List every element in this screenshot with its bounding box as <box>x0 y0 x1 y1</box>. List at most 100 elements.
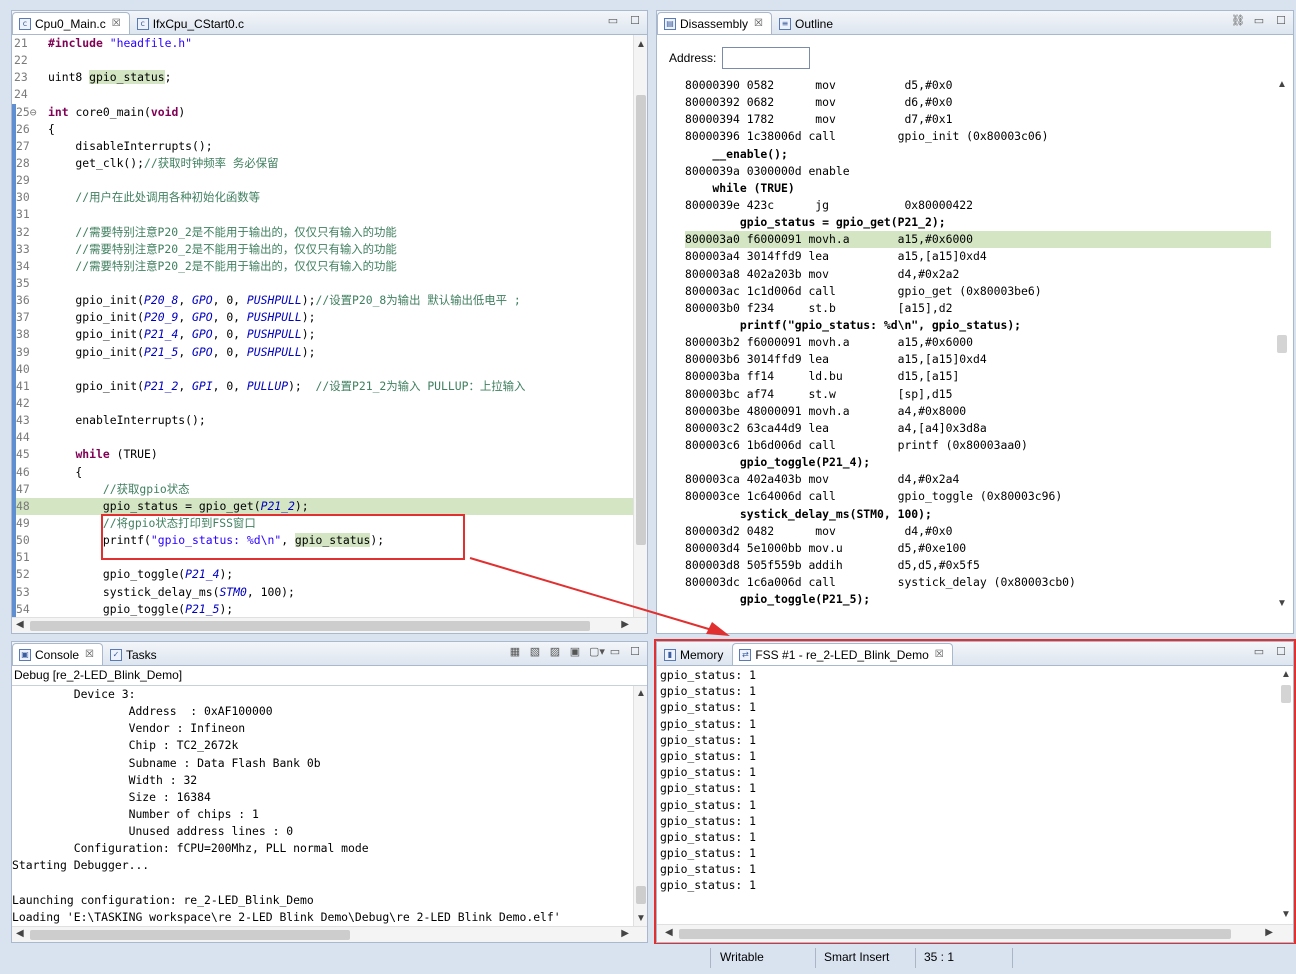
disassembly-line[interactable]: 800003ce 1c64006d call gpio_toggle (0x80… <box>685 488 1271 505</box>
code-line[interactable]: 39 gpio_init(P21_5, GPO, 0, PUSHPULL); <box>12 343 633 361</box>
disassembly-line[interactable]: 800003ac 1c1d006d call gpio_get (0x80003… <box>685 283 1271 300</box>
minimize-icon[interactable]: ▭ <box>607 15 619 27</box>
scroll-right-icon[interactable]: ▶ <box>621 619 629 630</box>
clear-console-icon[interactable]: ▦ <box>509 646 521 658</box>
scroll-thumb[interactable] <box>30 621 590 631</box>
disassembly-line[interactable]: 800003dc 1c6a006d call systick_delay (0x… <box>685 574 1271 591</box>
pin-console-icon[interactable]: ▨ <box>549 646 561 658</box>
minimize-icon[interactable]: ▭ <box>1253 15 1265 27</box>
display-console-icon[interactable]: ▣ <box>569 646 581 658</box>
close-icon[interactable]: ☒ <box>754 18 763 29</box>
disassembly-line[interactable]: 800003be 48000091 movh.a a4,#0x8000 <box>685 403 1271 420</box>
disassembly-line[interactable]: 800003d8 505f559b addih d5,d5,#0x5f5 <box>685 557 1271 574</box>
code-line[interactable]: 41 gpio_init(P21_2, GPI, 0, PULLUP); //设… <box>12 377 633 395</box>
link-icon[interactable]: ⛓ <box>1231 15 1245 27</box>
code-line[interactable]: 31 <box>12 206 633 224</box>
console-output[interactable]: Device 3: Address : 0xAF100000 Vendor : … <box>12 686 633 926</box>
source-line[interactable]: printf("gpio_status: %d\n", gpio_status)… <box>685 317 1271 334</box>
code-line[interactable]: 37 gpio_init(P20_9, GPO, 0, PUSHPULL); <box>12 309 633 327</box>
code-line[interactable]: 47 //获取gpio状态 <box>12 480 633 498</box>
disassembly-line[interactable]: 800003c6 1b6d006d call printf (0x80003aa… <box>685 437 1271 454</box>
source-line[interactable]: systick_delay_ms(STM0, 100); <box>685 506 1271 523</box>
scroll-left-icon[interactable]: ◀ <box>16 619 24 630</box>
disassembly-line[interactable]: 800003d2 0482 mov d4,#0x0 <box>685 523 1271 540</box>
scroll-thumb[interactable] <box>636 95 646 545</box>
disassembly-vertical-scrollbar[interactable]: ▲ ▼ <box>1275 77 1289 611</box>
maximize-icon[interactable]: ☐ <box>1275 15 1287 27</box>
disassembly-line[interactable]: 80000394 1782 mov d7,#0x1 <box>685 111 1271 128</box>
code-line[interactable]: 54 gpio_toggle(P21_5); <box>12 600 633 617</box>
code-line[interactable]: 32 //需要特别注意P20_2是不能用于输出的，仅仅只有输入的功能 <box>12 223 633 241</box>
scroll-down-icon[interactable]: ▼ <box>636 913 646 924</box>
disassembly-line[interactable]: 800003d4 5e1000bb mov.u d5,#0xe100 <box>685 540 1271 557</box>
code-line[interactable]: 21 #include "headfile.h" <box>12 35 633 52</box>
console-vertical-scrollbar[interactable]: ▲ ▼ <box>633 686 647 926</box>
code-line[interactable]: 44 <box>12 429 633 447</box>
close-icon[interactable]: ☒ <box>85 649 94 660</box>
scroll-thumb[interactable] <box>636 886 646 904</box>
scroll-lock-icon[interactable]: ▧ <box>529 646 541 658</box>
editor-vertical-scrollbar[interactable]: ▲ <box>633 35 647 617</box>
scroll-left-icon[interactable]: ◀ <box>16 928 24 939</box>
scroll-right-icon[interactable]: ▶ <box>621 928 629 939</box>
disassembly-line[interactable]: 8000039a 0300000d enable <box>685 163 1271 180</box>
disassembly-line[interactable]: 800003b0 f234 st.b [a15],d2 <box>685 300 1271 317</box>
maximize-icon[interactable]: ☐ <box>629 646 641 658</box>
scroll-up-icon[interactable]: ▲ <box>636 688 646 699</box>
editor-horizontal-scrollbar[interactable]: ◀ ▶ <box>12 617 647 633</box>
code-line[interactable]: 46 { <box>12 463 633 481</box>
tab-console[interactable]: ▣ Console ☒ <box>12 643 103 665</box>
code-line[interactable]: 30 //用户在此处调用各种初始化函数等 <box>12 189 633 207</box>
code-line[interactable]: 26{ <box>12 120 633 138</box>
disassembly-listing[interactable]: 80000390 0582 mov d5,#0x0 80000392 0682 m… <box>685 77 1271 611</box>
source-line[interactable]: gpio_toggle(P21_4); <box>685 454 1271 471</box>
disassembly-line[interactable]: 800003a0 f6000091 movh.a a15,#0x6000 <box>685 231 1271 249</box>
tab-cpu0-main[interactable]: c Cpu0_Main.c ☒ <box>12 12 130 34</box>
code-line[interactable]: 25⊖ int core0_main(void) <box>12 103 633 121</box>
code-line[interactable]: 45 while (TRUE) <box>12 446 633 464</box>
code-line[interactable]: 42 <box>12 394 633 413</box>
source-line[interactable]: gpio_toggle(P21_5); <box>685 591 1271 608</box>
disassembly-line[interactable]: 800003b6 3014ffd9 lea a15,[a15]0xd4 <box>685 351 1271 368</box>
disassembly-line[interactable]: 800003c2 63ca44d9 lea a4,[a4]0x3d8a <box>685 420 1271 437</box>
code-line[interactable]: 22 <box>12 52 633 69</box>
code-line[interactable]: 33 //需要特别注意P20_2是不能用于输出的，仅仅只有输入的功能 <box>12 240 633 258</box>
source-line[interactable]: __enable(); <box>685 146 1271 163</box>
code-line[interactable]: 53 systick_delay_ms(STM0, 100); <box>12 583 633 601</box>
code-line[interactable]: 24 <box>12 86 633 103</box>
scroll-up-icon[interactable]: ▲ <box>636 39 646 50</box>
scroll-thumb[interactable] <box>1277 335 1287 353</box>
address-input[interactable] <box>722 47 811 69</box>
scroll-thumb[interactable] <box>30 930 350 940</box>
disassembly-line[interactable]: 8000039e 423c jg 0x80000422 <box>685 197 1271 214</box>
source-line[interactable]: while (TRUE) <box>685 180 1271 197</box>
disassembly-line[interactable]: 800003b2 f6000091 movh.a a15,#0x6000 <box>685 334 1271 351</box>
disassembly-line[interactable]: 800003bc af74 st.w [sp],d15 <box>685 386 1271 403</box>
tab-outline[interactable]: ≡ Outline <box>772 12 842 34</box>
scroll-down-icon[interactable]: ▼ <box>1277 598 1287 609</box>
code-line[interactable]: 29 <box>12 172 633 190</box>
open-console-icon[interactable]: ▢▾ <box>589 646 605 658</box>
close-icon[interactable]: ☒ <box>112 18 121 29</box>
disassembly-line[interactable]: 800003a4 3014ffd9 lea a15,[a15]0xd4 <box>685 248 1271 265</box>
disassembly-line[interactable]: 80000396 1c38006d call gpio_init (0x8000… <box>685 128 1271 145</box>
code-line[interactable]: 40 <box>12 360 633 378</box>
code-line[interactable]: 52 gpio_toggle(P21_4); <box>12 566 633 584</box>
disassembly-line[interactable]: 80000392 0682 mov d6,#0x0 <box>685 94 1271 111</box>
disassembly-line[interactable]: 800003ca 402a403b mov d4,#0x2a4 <box>685 471 1271 488</box>
tab-disassembly[interactable]: ▤ Disassembly ☒ <box>657 12 772 34</box>
code-line[interactable]: 28 get_clk();//获取时钟频率 务必保留 <box>12 154 633 173</box>
code-line[interactable]: 36 gpio_init(P20_8, GPO, 0, PUSHPULL);//… <box>12 292 633 310</box>
console-horizontal-scrollbar[interactable]: ◀ ▶ <box>12 926 647 942</box>
code-line[interactable]: 35 <box>12 274 633 293</box>
scroll-up-icon[interactable]: ▲ <box>1277 79 1287 90</box>
source-line[interactable]: gpio_status = gpio_get(P21_2); <box>685 214 1271 231</box>
code-line[interactable]: 38 gpio_init(P21_4, GPO, 0, PUSHPULL); <box>12 326 633 344</box>
code-line[interactable]: 23 uint8 gpio_status; <box>12 69 633 86</box>
tab-ifxcpu-cstart0[interactable]: c IfxCpu_CStart0.c <box>130 12 253 34</box>
disassembly-line[interactable]: 80000390 0582 mov d5,#0x0 <box>685 77 1271 94</box>
code-line[interactable]: 43 enableInterrupts(); <box>12 412 633 430</box>
code-line[interactable]: 27 disableInterrupts(); <box>12 137 633 155</box>
minimize-icon[interactable]: ▭ <box>609 646 621 658</box>
code-line[interactable]: 34 //需要特别注意P20_2是不能用于输出的，仅仅只有输入的功能 <box>12 257 633 275</box>
